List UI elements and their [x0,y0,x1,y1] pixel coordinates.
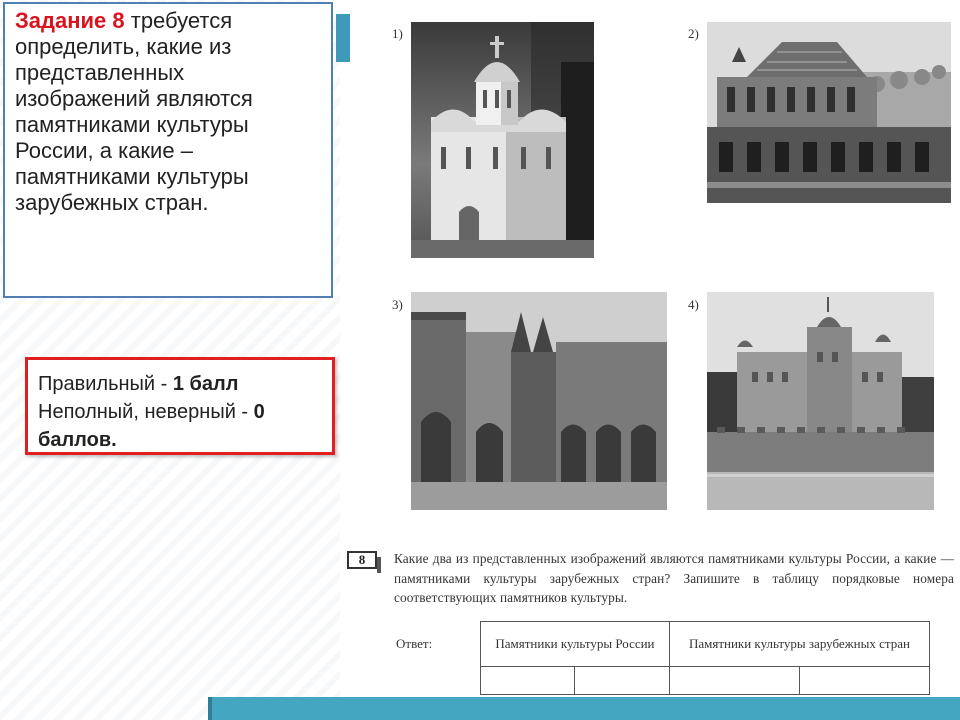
answer-cell-4[interactable] [798,666,931,695]
answer-cell-3[interactable] [668,666,800,695]
question-text: Какие два из представленных изображений … [394,551,954,605]
header-foreign: Памятники культуры зарубежных стран [668,621,931,667]
scoring-line-correct: Правильный - 1 балл [38,370,322,398]
photo-1-label: 1) [392,26,403,41]
answer-cell-1[interactable] [479,666,576,695]
photo-2-label: 2) [688,26,699,41]
scoring-wrong-label: Неполный, неверный - [38,401,254,423]
cathedral-image [411,22,594,258]
scoring-correct-points: 1 балл [172,373,239,395]
task-description-box: Задание 8 требуется определить, какие из… [3,2,333,298]
accent-strip [336,14,350,62]
photo-3-gothic-palace [411,292,667,510]
task-description: Задание 8 требуется определить, какие из… [15,8,321,216]
photo-1-cathedral [411,22,594,258]
question-number: 8 [347,551,381,573]
task-text: требуется определить, какие из представл… [15,8,253,215]
photo-2-palace [707,22,951,203]
bottom-bar [208,697,960,720]
scoring-box: Правильный - 1 балл Неполный, неверный -… [25,357,335,455]
scoring-line-wrong: Неполный, неверный - 0 баллов. [38,398,322,454]
top-band [330,0,960,12]
palace-image [707,22,951,203]
answer-label: Ответ: [396,636,433,651]
task-title: Задание 8 [15,8,125,33]
header-russia: Памятники культуры России [480,621,670,667]
photo-3-label: 3) [392,297,403,312]
photo-4-fortress [707,292,934,510]
fortress-image [707,292,934,510]
photo-4-label: 4) [688,297,699,312]
answer-table: Памятники культуры России Памятники куль… [479,621,931,695]
answer-cell-2[interactable] [574,666,670,695]
gothic-palace-image [411,292,667,510]
scoring-correct-label: Правильный - [38,373,173,395]
